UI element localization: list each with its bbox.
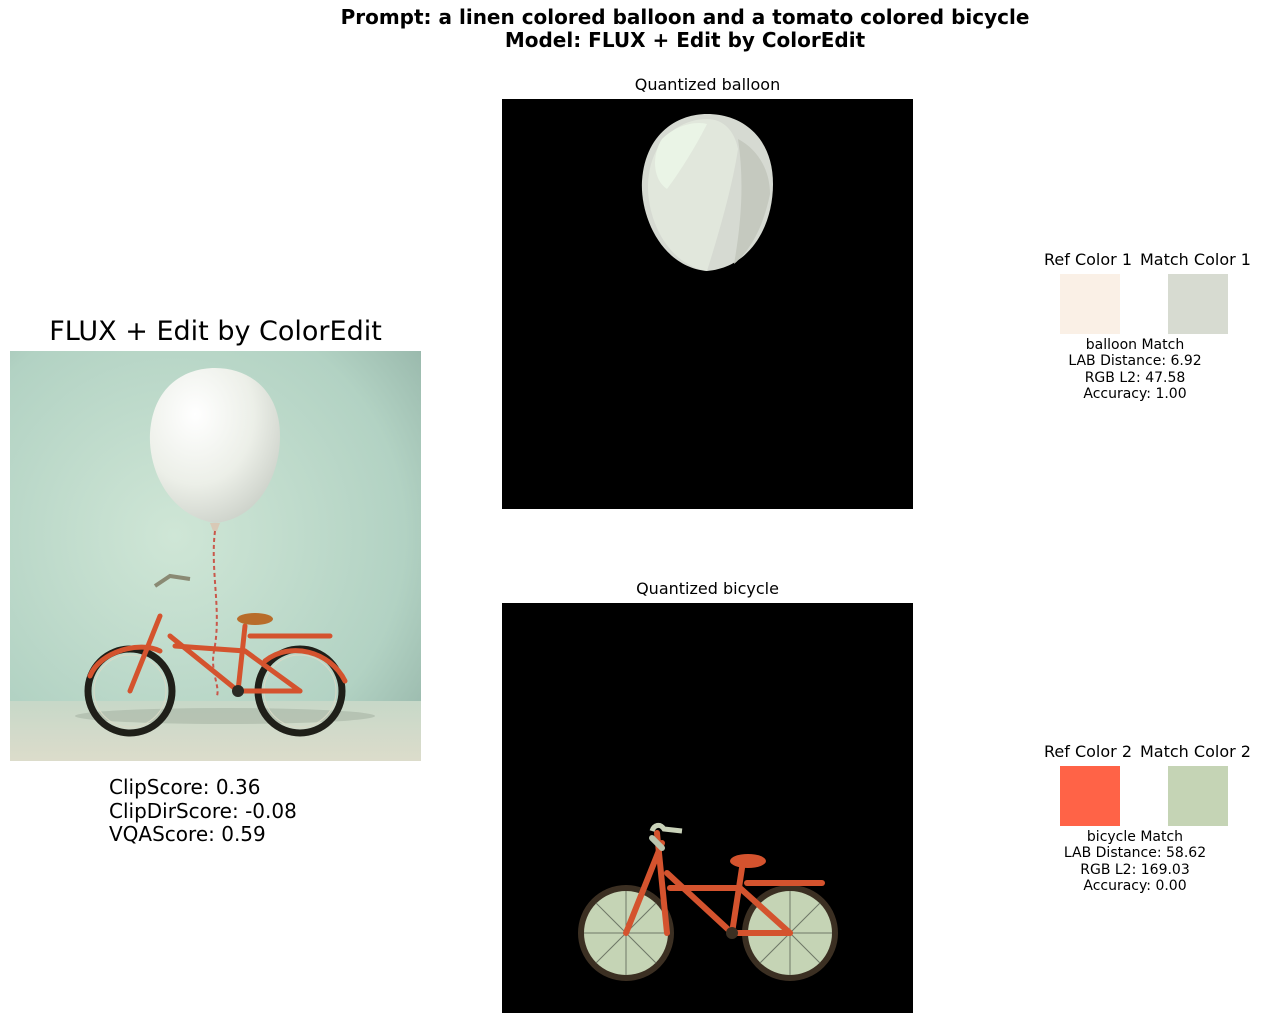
lab-distance: LAB Distance: 58.62: [1063, 845, 1207, 862]
ref-color-1-label: Ref Color 1: [1044, 250, 1132, 269]
quantized-bicycle-image: [502, 603, 913, 1013]
match-color-2-swatch: [1168, 766, 1228, 826]
figure-header: Prompt: a linen colored balloon and a to…: [0, 6, 1265, 52]
clip-score: ClipScore: 0.36: [109, 775, 261, 799]
accuracy: Accuracy: 1.00: [1083, 386, 1187, 403]
balloon-match-info: balloon Match LAB Distance: 6.92 RGB L2:…: [1025, 337, 1245, 403]
ref-color-1-swatch: [1060, 274, 1120, 334]
rgb-l2: RGB L2: 47.58: [1084, 369, 1186, 386]
generated-image: [10, 351, 421, 761]
match-color-2-label: Match Color 2: [1140, 742, 1251, 761]
bicycle-match-info: bicycle Match LAB Distance: 58.62 RGB L2…: [1025, 829, 1245, 895]
ref-color-2-swatch: [1060, 766, 1120, 826]
clipdir-score: ClipDirScore: -0.08: [109, 798, 297, 823]
match-color-1-swatch: [1168, 274, 1228, 334]
prompt-text: Prompt: a linen colored balloon and a to…: [340, 5, 1030, 29]
quantized-bicycle-title: Quantized bicycle: [636, 579, 779, 598]
rgb-l2: RGB L2: 169.03: [1080, 861, 1190, 878]
lab-distance: LAB Distance: 6.92: [1068, 353, 1202, 370]
accuracy: Accuracy: 0.00: [1083, 878, 1187, 895]
quantized-balloon-title: Quantized balloon: [634, 75, 781, 94]
quantized-balloon-image: [502, 99, 913, 509]
score-block: ClipScore: 0.36 ClipDirScore: -0.08 VQAS…: [109, 775, 297, 847]
ref-color-2-label: Ref Color 2: [1044, 742, 1132, 761]
match-color-1-label: Match Color 1: [1140, 250, 1251, 269]
generated-image-title: FLUX + Edit by ColorEdit: [49, 316, 382, 347]
vqa-score: VQAScore: 0.59: [109, 822, 266, 846]
match-name: balloon Match: [1085, 337, 1185, 353]
model-text: Model: FLUX + Edit by ColorEdit: [504, 28, 866, 52]
match-name: bicycle Match: [1086, 829, 1184, 845]
